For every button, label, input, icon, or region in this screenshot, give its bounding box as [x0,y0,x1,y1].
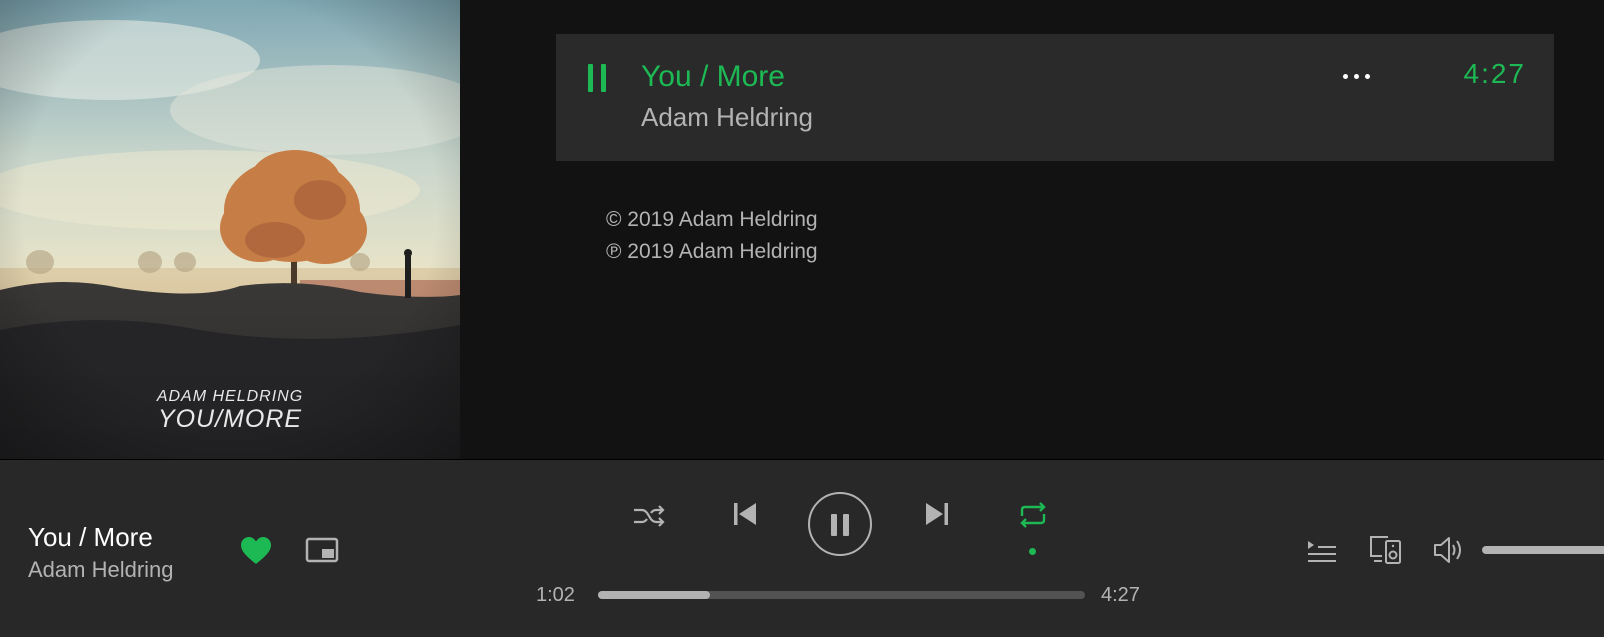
track-title: You / More [641,60,785,93]
now-playing-title[interactable]: You / More [28,522,153,553]
total-time: 4:27 [1101,584,1140,606]
album-art-artist-text: ADAM HELDRING [156,388,304,405]
player-bar: You / More Adam Heldring 1:02 4:27 [0,459,1604,637]
progress-fill [598,591,710,599]
shuffle-icon[interactable] [632,502,666,532]
album-art-title-text: YOU/MORE [157,405,303,433]
repeat-active-indicator [1029,548,1036,555]
more-options-icon[interactable] [1336,68,1376,84]
next-track-icon[interactable] [924,500,950,528]
phonographic-copyright-line: ℗ 2019 Adam Heldring [606,240,818,263]
elapsed-time: 1:02 [536,584,575,606]
track-artist[interactable]: Adam Heldring [641,102,813,133]
heart-icon[interactable] [240,536,272,566]
copyright-line: © 2019 Adam Heldring [606,208,818,231]
repeat-icon[interactable] [1016,500,1050,530]
queue-icon[interactable] [1306,536,1338,566]
album-art: ADAM HELDRING YOU/MORE [0,0,460,459]
picture-in-picture-icon[interactable] [305,536,339,564]
previous-track-icon[interactable] [732,500,758,528]
pause-icon[interactable] [588,64,608,94]
progress-bar[interactable] [598,591,1085,599]
connect-devices-icon[interactable] [1368,534,1404,566]
now-playing-artist[interactable]: Adam Heldring [28,557,174,583]
play-pause-button[interactable] [808,492,872,556]
volume-slider[interactable] [1482,546,1604,554]
volume-icon[interactable] [1432,534,1468,566]
track-duration: 4:27 [1463,58,1526,89]
track-row[interactable]: You / More Adam Heldring 4:27 [556,34,1554,161]
